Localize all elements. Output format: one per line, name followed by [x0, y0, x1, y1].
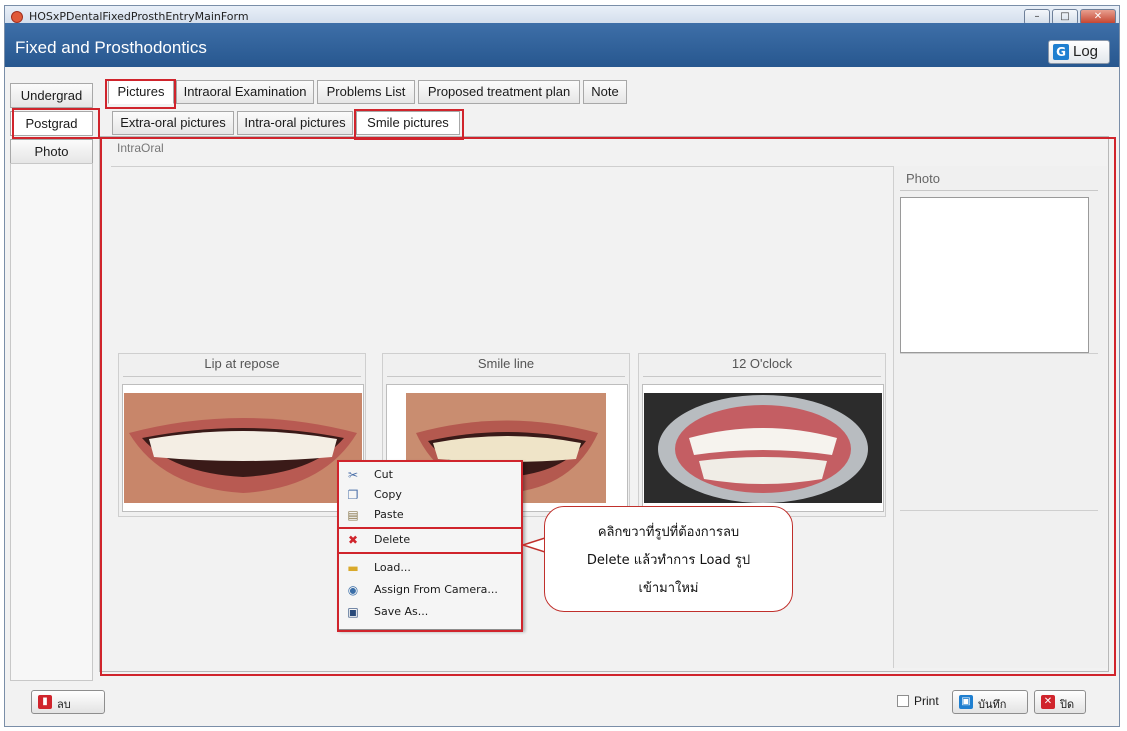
close-icon: ✕ — [1041, 695, 1055, 709]
save-button-label: บันทึก — [978, 698, 1007, 711]
highlight-smile-tab — [354, 109, 464, 140]
print-label: Print — [914, 694, 939, 708]
sidetab-photo[interactable]: Photo — [10, 139, 93, 164]
form-header: Fixed and Prosthodontics G Log — [5, 23, 1119, 67]
highlight-postgrad-tab — [12, 108, 100, 139]
side-pane — [10, 163, 93, 681]
trash-icon: ▮ — [38, 695, 52, 709]
tab-proposed-treatment-plan[interactable]: Proposed treatment plan — [418, 80, 580, 104]
print-checkbox[interactable] — [897, 695, 909, 707]
close-button-label: ปิด — [1060, 698, 1075, 711]
save-icon: ▣ — [959, 695, 973, 709]
delete-button-label: ลบ — [57, 698, 71, 711]
tab-note[interactable]: Note — [583, 80, 627, 104]
highlight-delete-item — [337, 527, 523, 554]
subtab-intra-oral[interactable]: Intra-oral pictures — [237, 111, 353, 135]
form-title: Fixed and Prosthodontics — [15, 38, 207, 57]
highlight-pictures-tab — [105, 79, 176, 109]
window-title: HOSxPDentalFixedProsthEntryMainForm — [29, 10, 249, 23]
subtab-extra-oral[interactable]: Extra-oral pictures — [112, 111, 234, 135]
tab-problems-list[interactable]: Problems List — [317, 80, 415, 104]
log-label: Log — [1073, 43, 1099, 60]
app-icon — [11, 11, 23, 23]
close-button[interactable]: ✕ ปิด — [1034, 690, 1086, 714]
delete-button[interactable]: ▮ ลบ — [31, 690, 105, 714]
log-icon: G — [1053, 44, 1069, 60]
log-button[interactable]: G Log — [1048, 40, 1110, 64]
highlight-content-area — [100, 137, 1116, 676]
sidetab-undergrad[interactable]: Undergrad — [10, 83, 93, 108]
save-button[interactable]: ▣ บันทึก — [952, 690, 1028, 714]
tab-intraoral-examination[interactable]: Intraoral Examination — [176, 80, 314, 104]
